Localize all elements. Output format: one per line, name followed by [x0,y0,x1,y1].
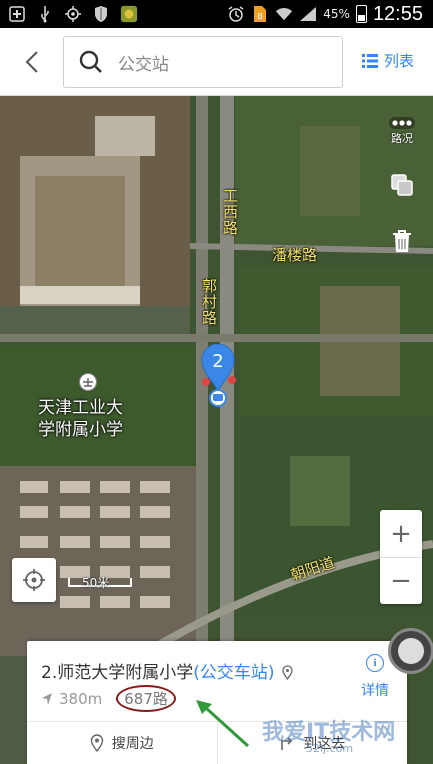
map-pin-icon [90,734,103,752]
sim-icon: B [251,5,269,23]
navigation-arrow-icon [42,692,52,705]
marker-number: 2 [212,351,223,372]
usb-icon [36,5,54,23]
locate-icon [23,569,45,591]
search-icon [79,50,102,73]
wifi-icon [275,5,293,23]
road-label-panlou: 潘楼路 [272,246,318,264]
more-dots-icon [389,116,415,129]
chevron-left-icon [25,51,38,73]
place-meta: 380m 687路 [41,685,176,712]
layers-icon [391,174,413,196]
bus-route[interactable]: 687路 [116,685,176,712]
watermark-url: 52ij.com [306,742,354,755]
svg-text:B: B [258,12,264,21]
poi-label-school[interactable]: 天津工业大 学附属小学 [38,397,123,441]
info-icon: i [366,654,384,672]
detail-label: 详情 [361,683,389,699]
search-input[interactable] [118,52,318,72]
signal-icon [299,5,317,23]
scale-label: 50米 [82,576,110,590]
traffic-label: 路况 [391,131,413,145]
status-bar: B 45% 12:55 [0,0,433,28]
list-icon [362,53,378,68]
assistive-touch-button[interactable] [388,628,433,674]
traffic-button[interactable]: 路况 [385,114,419,148]
alarm-icon [227,5,245,23]
annotation-arrow [196,700,250,748]
search-box[interactable] [63,36,343,88]
zoom-in-button[interactable]: + [380,510,422,557]
map-pin-icon [282,665,293,680]
add-icon [8,5,26,23]
locate-button[interactable] [12,558,56,602]
back-button[interactable] [14,44,50,80]
road-label-guocun: 郭村路 [200,278,218,326]
shield-icon [92,5,110,23]
road-label-gongxi: 工西路 [221,188,239,236]
list-label: 列表 [384,52,415,70]
gps-icon [64,5,82,23]
distance: 380m [59,689,103,708]
list-button[interactable]: 列表 [362,50,414,71]
clear-button[interactable] [385,224,419,258]
place-title: 2.师范大学附属小学(公交车站) [41,658,293,683]
layers-button[interactable] [385,168,419,202]
trash-icon [393,230,411,252]
zoom-out-button[interactable]: − [380,557,422,604]
app-icon [120,5,138,23]
school-icon[interactable] [79,373,97,391]
bus-stop-marker[interactable]: 2 [198,343,238,408]
zoom-control: + − [380,510,422,604]
battery-icon [355,5,367,23]
battery-percent: 45% [323,7,350,21]
search-header: 列表 [0,28,433,96]
place-type-tag: (公交车站) [193,663,275,683]
clock: 12:55 [372,2,423,25]
